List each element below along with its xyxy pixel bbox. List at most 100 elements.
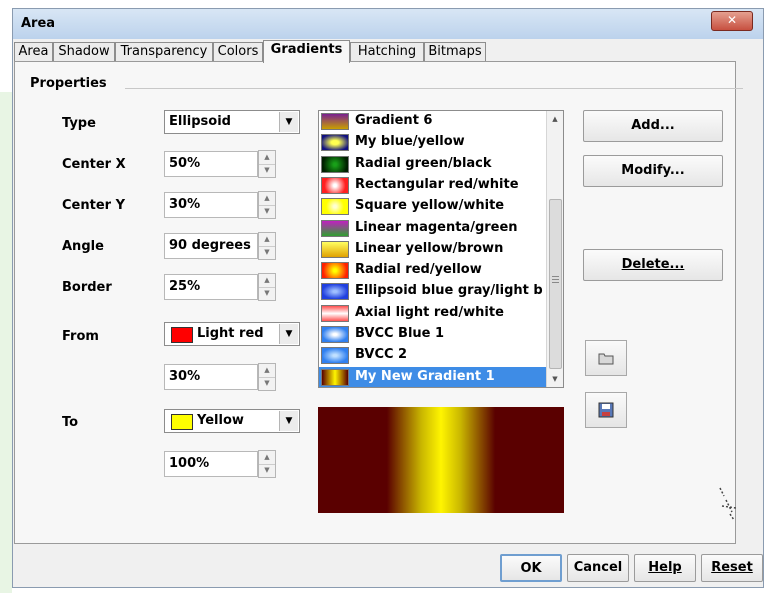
gradient-name: Square yellow/white [355,198,505,214]
scroll-thumb[interactable] [549,199,562,369]
tab-shadow[interactable]: Shadow [53,42,115,62]
gradient-name: Gradient 6 [355,113,433,128]
spin-up-icon[interactable]: ▲ [259,192,275,206]
gradient-list-item[interactable]: Radial red/yellow [319,260,547,281]
folder-icon [598,353,614,365]
add-button[interactable]: Add... [583,110,723,142]
gradient-preview [318,407,564,513]
tab-hatching[interactable]: Hatching [350,42,424,62]
to-intensity-spinner[interactable]: ▲ ▼ [258,450,276,478]
save-disk-icon [598,402,614,418]
chevron-down-icon[interactable]: ▼ [279,411,298,431]
gradient-list-item[interactable]: Radial green/black [319,154,547,175]
spin-up-icon[interactable]: ▲ [259,151,275,165]
spin-up-icon[interactable]: ▲ [259,364,275,378]
from-intensity-field[interactable]: 30% [164,364,258,390]
gradient-name: My New Gradient 1 [355,368,495,384]
spin-down-icon[interactable]: ▼ [259,377,275,390]
gradient-thumbnail [321,176,349,194]
spin-down-icon[interactable]: ▼ [259,246,275,259]
gradient-name: BVCC 2 [355,347,408,363]
scroll-down-icon[interactable]: ▼ [547,371,563,387]
save-gradients-button[interactable] [585,392,627,428]
border-spinner[interactable]: ▲ ▼ [258,273,276,301]
tab-bitmaps[interactable]: Bitmaps [424,42,486,62]
gradient-thumbnail [321,347,349,365]
gradient-thumbnail [321,368,349,386]
close-button[interactable]: ✕ [711,11,753,31]
tab-transparency[interactable]: Transparency [115,42,213,62]
gradient-name: Ellipsoid blue gray/light b [355,283,543,299]
gradient-list-item[interactable]: Square yellow/white [319,196,547,217]
spin-down-icon[interactable]: ▼ [259,164,275,177]
modify-button[interactable]: Modify... [583,155,723,187]
gradient-thumbnail [321,155,349,173]
spin-down-icon[interactable]: ▼ [259,205,275,218]
gradient-list-item[interactable]: BVCC Blue 1 [319,324,547,345]
from-color-dropdown[interactable]: Light red ▼ [164,322,300,346]
spin-up-icon[interactable]: ▲ [259,233,275,247]
gradient-list-item[interactable]: My New Gradient 1 [319,366,547,387]
gradient-name: Radial red/yellow [355,262,482,278]
gradient-list[interactable]: Gradient 6 My blue/yellow Radial green/bla… [318,110,564,388]
border-field[interactable]: 25% [164,274,258,300]
properties-group-label: Properties [30,76,107,91]
spin-down-icon[interactable]: ▼ [259,464,275,477]
gradient-name: Linear yellow/brown [355,240,504,256]
gradient-thumbnail [321,219,349,237]
gradient-list-item[interactable]: Rectangular red/white [319,175,547,196]
angle-label: Angle [62,239,104,254]
gradient-thumbnail [321,134,349,152]
reset-button[interactable]: Reset [701,554,763,582]
gradient-thumbnail [321,113,349,130]
angle-spinner[interactable]: ▲ ▼ [258,232,276,260]
help-button[interactable]: Help [634,554,696,582]
from-intensity-spinner[interactable]: ▲ ▼ [258,363,276,391]
title-bar: Area ✕ [13,9,763,39]
to-intensity-field[interactable]: 100% [164,451,258,477]
cursor-icon [719,487,737,521]
gradient-list-item[interactable]: My blue/yellow [319,132,547,153]
gradient-thumbnail [321,283,349,301]
gradient-list-item[interactable]: Gradient 6 [319,111,547,132]
cancel-button[interactable]: Cancel [567,554,629,582]
from-color-swatch [171,327,193,343]
center-x-label: Center X [62,157,126,172]
chevron-down-icon[interactable]: ▼ [279,324,298,344]
to-color-dropdown[interactable]: Yellow ▼ [164,409,300,433]
scroll-up-icon[interactable]: ▲ [547,111,563,127]
gradient-list-item[interactable]: Linear yellow/brown [319,239,547,260]
type-dropdown[interactable]: Ellipsoid ▼ [164,110,300,134]
gradient-name: Linear magenta/green [355,219,518,235]
center-y-field[interactable]: 30% [164,192,258,218]
spin-up-icon[interactable]: ▲ [259,274,275,288]
delete-button[interactable]: Delete... [583,249,723,281]
gradient-list-scrollbar[interactable]: ▲ ▼ [546,111,563,387]
gradient-list-item[interactable]: Axial light red/white [319,303,547,324]
tab-colors[interactable]: Colors [213,42,263,62]
gradient-thumbnail [321,326,349,343]
gradient-thumbnail [321,262,349,280]
to-color-swatch [171,414,193,430]
gradient-thumbnail [321,304,349,322]
ok-button[interactable]: OK [500,554,562,582]
center-y-spinner[interactable]: ▲ ▼ [258,191,276,219]
to-label: To [62,415,79,430]
angle-field[interactable]: 90 degrees [164,233,258,259]
background-side-strip [0,92,12,593]
tab-gradients[interactable]: Gradients [263,40,350,63]
properties-divider [125,88,743,89]
center-y-label: Center Y [62,198,125,213]
spin-up-icon[interactable]: ▲ [259,451,275,465]
load-gradients-button[interactable] [585,340,627,376]
gradient-list-item[interactable]: Ellipsoid blue gray/light b [319,281,547,302]
gradient-list-item[interactable]: BVCC 2 [319,345,547,366]
center-x-spinner[interactable]: ▲ ▼ [258,150,276,178]
tab-area[interactable]: Area [14,42,53,62]
border-label: Border [62,280,112,295]
chevron-down-icon[interactable]: ▼ [279,112,298,132]
gradient-list-item[interactable]: Linear magenta/green [319,218,547,239]
gradient-name: Rectangular red/white [355,176,519,192]
spin-down-icon[interactable]: ▼ [259,287,275,300]
center-x-field[interactable]: 50% [164,151,258,177]
